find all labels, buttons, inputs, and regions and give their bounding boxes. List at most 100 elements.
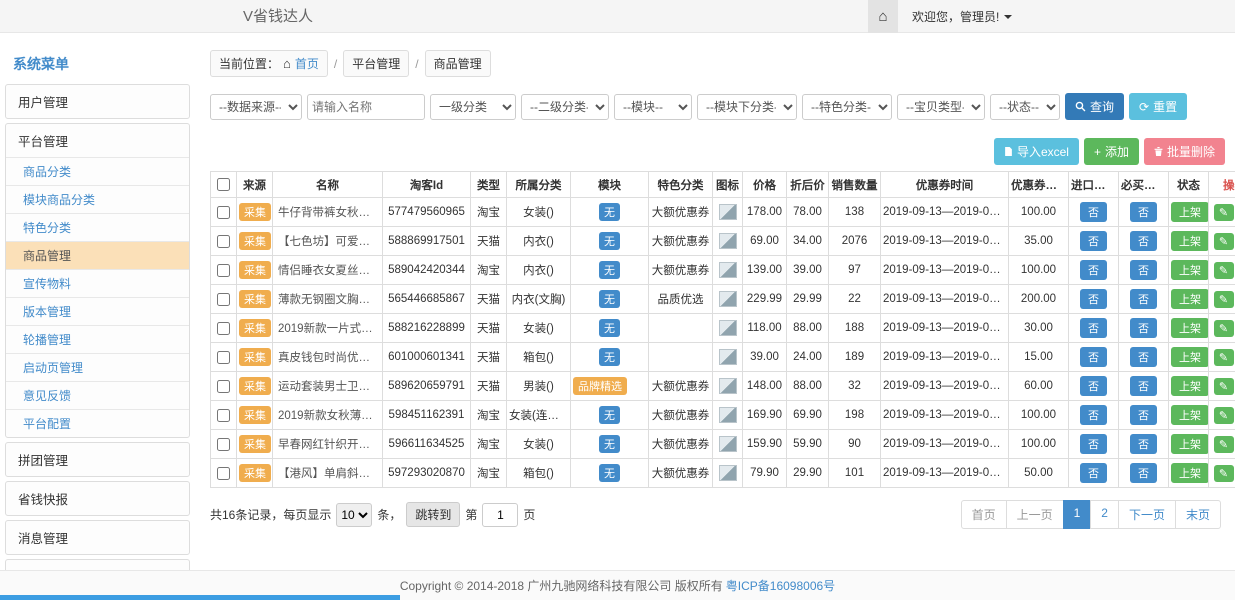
icp-link[interactable]: 粤ICP备16098006号: [726, 577, 835, 594]
sidebar-subitem[interactable]: 商品管理: [6, 241, 189, 269]
row-checkbox[interactable]: [217, 293, 230, 306]
row-checkbox[interactable]: [217, 438, 230, 451]
edit-button[interactable]: ✎: [1214, 465, 1234, 482]
edit-button[interactable]: ✎: [1214, 233, 1234, 250]
page-size-select[interactable]: 10: [336, 503, 372, 527]
sidebar-subitem[interactable]: 特色分类: [6, 213, 189, 241]
edit-button[interactable]: ✎: [1214, 320, 1234, 337]
row-checkbox[interactable]: [217, 206, 230, 219]
status-toggle[interactable]: 上架: [1171, 405, 1209, 425]
page-button[interactable]: 下一页: [1118, 500, 1176, 529]
sidebar-item[interactable]: 拼团管理: [6, 443, 189, 476]
must-buy-toggle[interactable]: 否: [1130, 318, 1157, 338]
row-checkbox[interactable]: [217, 467, 230, 480]
select-all-checkbox[interactable]: [217, 178, 230, 191]
must-buy-toggle[interactable]: 否: [1130, 202, 1157, 222]
user-menu[interactable]: 欢迎您，管理员!: [912, 8, 1012, 25]
status-toggle[interactable]: 上架: [1171, 289, 1209, 309]
horizontal-scrollbar[interactable]: [0, 595, 400, 600]
sidebar-item[interactable]: 消息管理: [6, 521, 189, 554]
import-select-toggle[interactable]: 否: [1080, 202, 1107, 222]
status-toggle[interactable]: 上架: [1171, 347, 1209, 367]
import-select-toggle[interactable]: 否: [1080, 318, 1107, 338]
search-button[interactable]: 查询: [1065, 93, 1124, 120]
sidebar-subitem[interactable]: 平台配置: [6, 409, 189, 437]
import-select-toggle[interactable]: 否: [1080, 405, 1107, 425]
sidebar-subitem[interactable]: 宣传物料: [6, 269, 189, 297]
edit-button[interactable]: ✎: [1214, 436, 1234, 453]
edit-button[interactable]: ✎: [1214, 262, 1234, 279]
filter-second-category[interactable]: --二级分类--: [521, 94, 609, 120]
filter-feature-category[interactable]: --特色分类--: [802, 94, 892, 120]
breadcrumb-goods[interactable]: 商品管理: [425, 50, 491, 77]
sidebar-item[interactable]: 平台管理: [6, 124, 189, 157]
edit-button[interactable]: ✎: [1214, 378, 1234, 395]
import-select-toggle[interactable]: 否: [1080, 347, 1107, 367]
page-number-input[interactable]: [482, 503, 518, 527]
page-button[interactable]: 2: [1090, 500, 1119, 529]
sidebar-subitem[interactable]: 版本管理: [6, 297, 189, 325]
status-toggle[interactable]: 上架: [1171, 202, 1209, 222]
filter-item-type[interactable]: --宝贝类型--: [897, 94, 985, 120]
sidebar-subitem[interactable]: 启动页管理: [6, 353, 189, 381]
source-cell: 采集: [237, 430, 273, 459]
row-checkbox[interactable]: [217, 264, 230, 277]
batch-delete-button[interactable]: 批量删除: [1144, 138, 1225, 165]
status-toggle[interactable]: 上架: [1171, 434, 1209, 454]
status-toggle[interactable]: 上架: [1171, 376, 1209, 396]
status-toggle[interactable]: 上架: [1171, 260, 1209, 280]
breadcrumb-home-link[interactable]: 首页: [295, 55, 319, 72]
must-buy-toggle[interactable]: 否: [1130, 376, 1157, 396]
must-buy-toggle[interactable]: 否: [1130, 405, 1157, 425]
row-checkbox[interactable]: [217, 409, 230, 422]
edit-button[interactable]: ✎: [1214, 204, 1234, 221]
import-select-toggle[interactable]: 否: [1080, 463, 1107, 483]
row-checkbox[interactable]: [217, 322, 230, 335]
filter-module[interactable]: --模块--: [614, 94, 692, 120]
row-checkbox[interactable]: [217, 351, 230, 364]
page-button[interactable]: 上一页: [1006, 500, 1064, 529]
coupon-time: 2019-09-13—2019-09-20: [881, 256, 1009, 285]
breadcrumb-platform[interactable]: 平台管理: [343, 50, 409, 77]
sidebar-subitem[interactable]: 意见反馈: [6, 381, 189, 409]
edit-button[interactable]: ✎: [1214, 407, 1234, 424]
add-button[interactable]: + 添加: [1084, 138, 1139, 165]
sidebar-item[interactable]: 省钱快报: [6, 482, 189, 515]
page-button[interactable]: 1: [1063, 500, 1092, 529]
reset-button[interactable]: ⟳ 重置: [1129, 93, 1187, 120]
sidebar-subitem[interactable]: 模块商品分类: [6, 185, 189, 213]
import-select-toggle[interactable]: 否: [1080, 260, 1107, 280]
edit-button[interactable]: ✎: [1214, 291, 1234, 308]
filter-first-category[interactable]: 一级分类: [430, 94, 516, 120]
import-select-toggle[interactable]: 否: [1080, 289, 1107, 309]
must-buy-toggle[interactable]: 否: [1130, 231, 1157, 251]
sidebar-item[interactable]: 订单管理: [6, 560, 189, 570]
filter-data-source[interactable]: --数据来源--: [210, 94, 302, 120]
import-select-toggle[interactable]: 否: [1080, 376, 1107, 396]
status-toggle[interactable]: 上架: [1171, 463, 1209, 483]
filter-module-sub-category[interactable]: --模块下分类--: [697, 94, 797, 120]
import-select-toggle[interactable]: 否: [1080, 434, 1107, 454]
status-toggle[interactable]: 上架: [1171, 231, 1209, 251]
row-checkbox[interactable]: [217, 380, 230, 393]
import-excel-button[interactable]: 导入excel: [994, 138, 1079, 165]
must-buy-toggle[interactable]: 否: [1130, 289, 1157, 309]
column-header: 来源: [237, 172, 273, 198]
must-buy-toggle[interactable]: 否: [1130, 434, 1157, 454]
must-buy-toggle[interactable]: 否: [1130, 463, 1157, 483]
sidebar-item[interactable]: 用户管理: [6, 85, 189, 118]
edit-button[interactable]: ✎: [1214, 349, 1234, 366]
home-button[interactable]: ⌂: [868, 0, 898, 33]
must-buy-toggle[interactable]: 否: [1130, 260, 1157, 280]
status-toggle[interactable]: 上架: [1171, 318, 1209, 338]
sidebar-subitem[interactable]: 商品分类: [6, 157, 189, 185]
page-button[interactable]: 末页: [1175, 500, 1221, 529]
jump-button[interactable]: 跳转到: [406, 502, 460, 527]
sidebar-subitem[interactable]: 轮播管理: [6, 325, 189, 353]
name-search-input[interactable]: [307, 94, 425, 120]
must-buy-toggle[interactable]: 否: [1130, 347, 1157, 367]
row-checkbox[interactable]: [217, 235, 230, 248]
import-select-toggle[interactable]: 否: [1080, 231, 1107, 251]
filter-status[interactable]: --状态--: [990, 94, 1060, 120]
page-button[interactable]: 首页: [961, 500, 1007, 529]
